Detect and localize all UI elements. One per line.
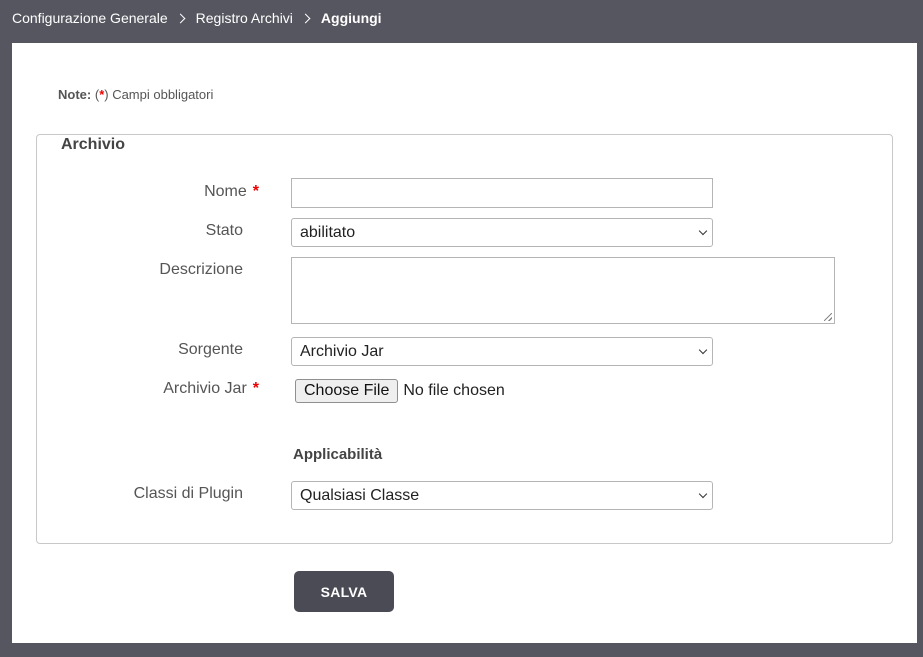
sorgente-selected-value: Archivio Jar (300, 343, 384, 360)
stato-label: Stato (206, 222, 259, 240)
chevron-right-icon (300, 13, 311, 23)
sorgente-label-text: Sorgente (178, 341, 243, 358)
archivio-jar-label: Archivio Jar * (163, 380, 259, 398)
stato-select[interactable]: abilitato (291, 218, 713, 247)
descrizione-label: Descrizione (159, 261, 259, 279)
save-button[interactable]: SALVA (294, 571, 394, 612)
breadcrumb-current: Aggiungi (320, 10, 382, 26)
note-label: Note: (58, 87, 92, 102)
archivio-jar-label-text: Archivio Jar (163, 380, 247, 397)
nome-input[interactable] (291, 178, 713, 208)
stato-label-text: Stato (205, 222, 243, 239)
descrizione-label-text: Descrizione (159, 261, 243, 278)
classi-plugin-label: Classi di Plugin (134, 485, 259, 503)
nome-required-star: * (252, 183, 259, 200)
required-note: Note: (*) Campi obbligatori (58, 87, 213, 102)
chevron-right-icon (175, 13, 186, 23)
applicabilita-heading: Applicabilità (293, 446, 383, 463)
classi-plugin-label-text: Classi di Plugin (133, 485, 243, 502)
breadcrumb: Configurazione Generale Registro Archivi… (12, 0, 382, 36)
chevron-down-icon (698, 226, 708, 236)
nome-label-text: Nome (204, 183, 247, 200)
chevron-down-icon (698, 489, 708, 499)
sorgente-label: Sorgente (178, 341, 259, 359)
classi-plugin-selected-value: Qualsiasi Classe (300, 487, 420, 504)
nome-label: Nome * (204, 183, 259, 201)
sorgente-select[interactable]: Archivio Jar (291, 337, 713, 366)
form-panel: Note: (*) Campi obbligatori Archivio Nom… (12, 43, 917, 643)
resize-grip-icon[interactable] (824, 313, 832, 321)
descrizione-textarea[interactable] (291, 257, 835, 324)
stato-selected-value: abilitato (300, 224, 356, 241)
file-status: No file chosen (403, 382, 505, 399)
breadcrumb-item-registro-archivi[interactable]: Registro Archivi (196, 10, 293, 26)
fieldset-legend: Archivio (49, 136, 138, 154)
archivio-jar-file-input: Choose File No file chosen (295, 379, 505, 403)
chevron-down-icon (698, 345, 708, 355)
note-text: ) Campi obbligatori (104, 87, 214, 102)
classi-plugin-select[interactable]: Qualsiasi Classe (291, 481, 713, 510)
archivio-jar-required-star: * (252, 380, 259, 397)
breadcrumb-item-configurazione-generale[interactable]: Configurazione Generale (12, 10, 168, 26)
choose-file-button[interactable]: Choose File (295, 379, 399, 403)
